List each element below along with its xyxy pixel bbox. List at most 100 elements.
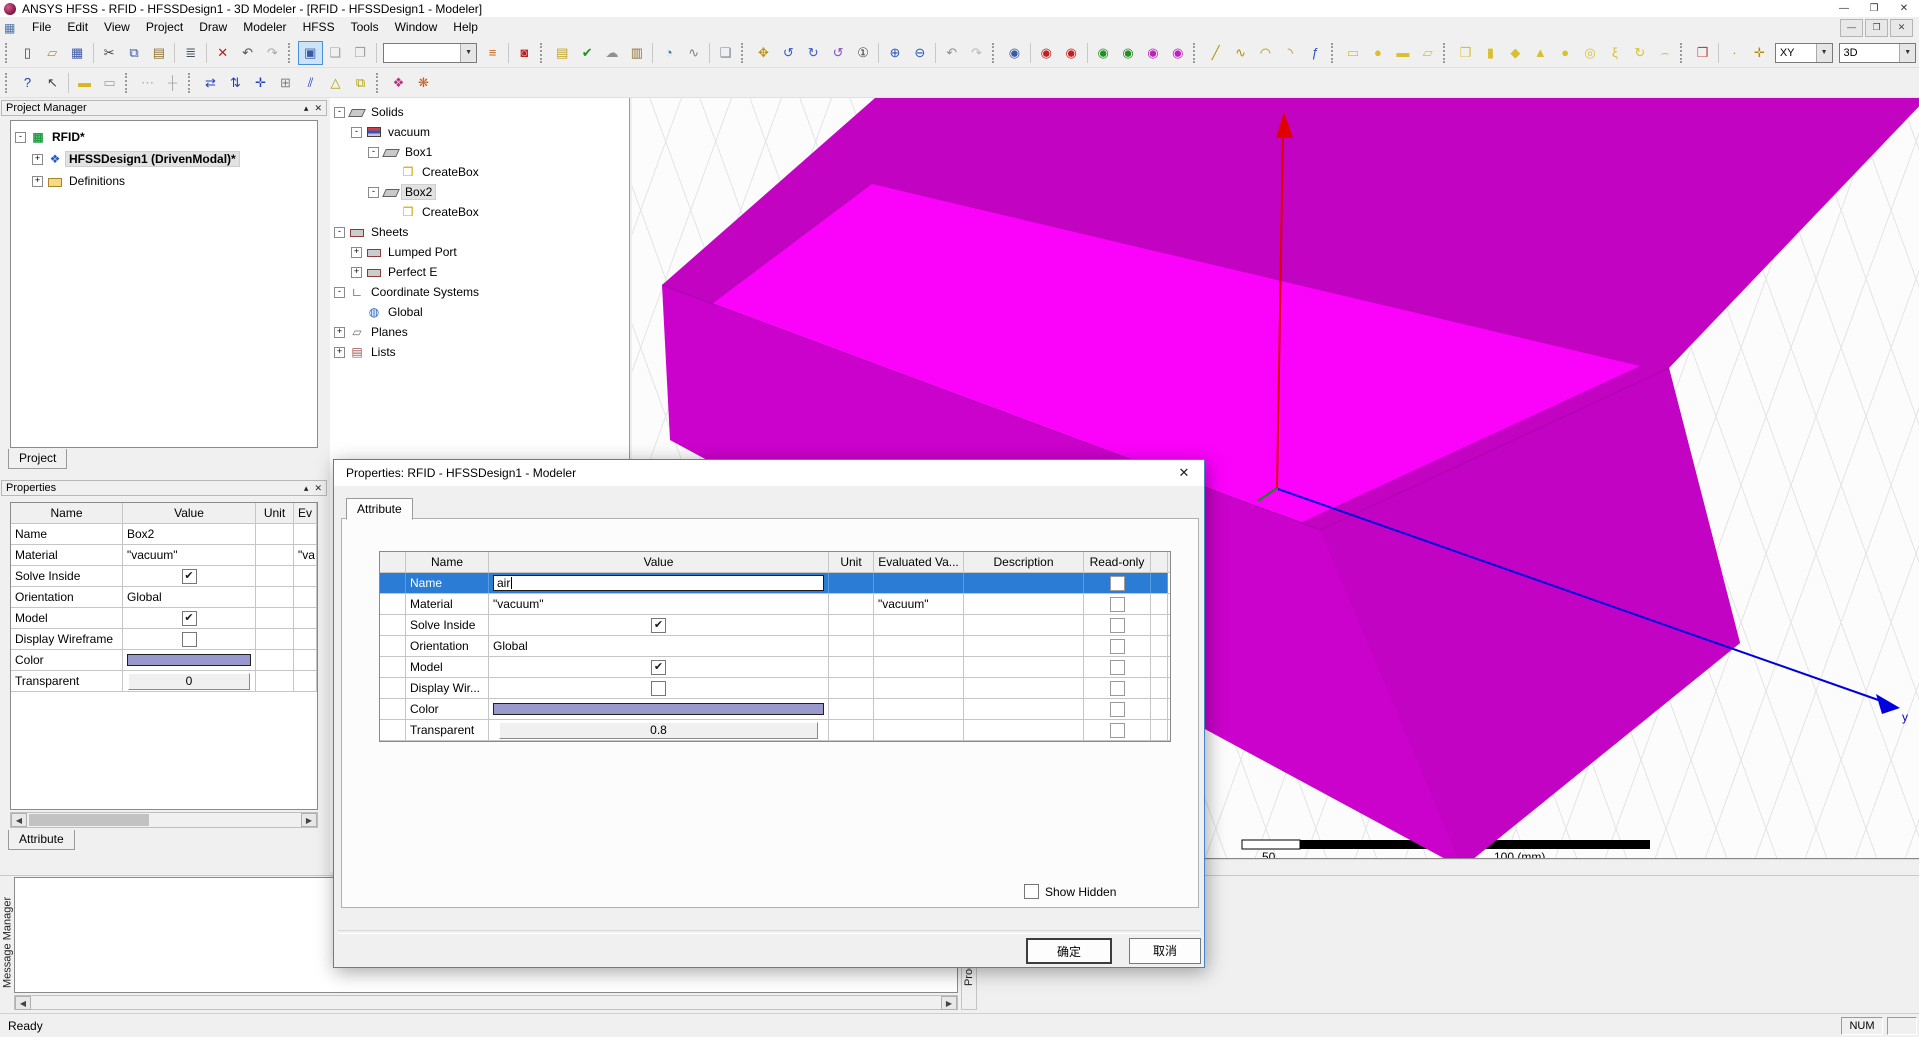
tree-item-box2[interactable]: - Box2: [330, 182, 629, 202]
tree-item-perfect-e[interactable]: + Perfect E: [330, 262, 629, 282]
align-icon[interactable]: ⊞: [273, 71, 298, 95]
draw-spiral-icon[interactable]: ↻: [1627, 41, 1652, 65]
tree-item-hfssdesign1-drivenmodal[interactable]: + ❖ HFSSDesign1 (DrivenModal)*: [11, 148, 317, 170]
delete-icon[interactable]: ✕: [210, 41, 235, 65]
collapse-toggle-icon[interactable]: -: [15, 131, 26, 143]
column-header-unit[interactable]: Unit: [256, 503, 294, 523]
property-value[interactable]: ✔: [489, 615, 829, 635]
readonly-checkbox[interactable]: [1109, 638, 1125, 654]
restore-button[interactable]: ❐: [1859, 0, 1889, 17]
checkbox-model[interactable]: ✔: [651, 659, 666, 675]
expand-toggle-icon[interactable]: +: [351, 266, 362, 278]
readonly-checkbox[interactable]: [1109, 722, 1125, 738]
plane-combo[interactable]: XY ▼: [1774, 42, 1833, 63]
menu-help[interactable]: Help: [445, 17, 486, 38]
scrollbar-thumb[interactable]: [29, 814, 149, 826]
expand-toggle-icon[interactable]: +: [32, 153, 43, 165]
value-button-transparent[interactable]: 0.8: [498, 721, 819, 739]
results-icon[interactable]: ▥: [624, 41, 649, 65]
scroll-right-icon[interactable]: ▶: [301, 813, 317, 827]
property-row-name[interactable]: Name air: [380, 573, 1170, 594]
analyze-all-icon[interactable]: ☁: [600, 41, 625, 65]
tree-item-box1[interactable]: - Box1: [330, 142, 629, 162]
cancel-button[interactable]: 取消: [1129, 938, 1201, 964]
validate-icon[interactable]: ✔: [575, 41, 600, 65]
draw-circle-icon[interactable]: ●: [1366, 41, 1391, 65]
collapse-toggle-icon[interactable]: -: [334, 106, 345, 118]
move-free-icon[interactable]: ✛: [248, 71, 273, 95]
fit-all-icon[interactable]: ◉: [1002, 41, 1027, 65]
color-swatch[interactable]: [127, 654, 251, 666]
property-row-solve-inside[interactable]: Solve Inside ✔: [380, 615, 1170, 636]
property-row-model[interactable]: Model ✔: [11, 608, 317, 629]
minimize-button[interactable]: —: [1829, 0, 1859, 17]
select-multi-icon[interactable]: ❐: [348, 41, 373, 65]
checkbox-display-wireframe[interactable]: [181, 631, 197, 647]
measure-length-icon[interactable]: ┼: [160, 71, 185, 95]
scroll-right-icon[interactable]: ▶: [941, 995, 957, 1010]
scroll-left-icon[interactable]: ◀: [11, 813, 27, 827]
history-tree-icon[interactable]: ≡: [480, 41, 505, 65]
column-header-ev[interactable]: Ev: [294, 503, 317, 523]
property-row-color[interactable]: Color: [380, 699, 1170, 720]
property-row-material[interactable]: Material "vacuum" "va: [11, 545, 317, 566]
copy-icon[interactable]: ⧉: [122, 41, 147, 65]
readonly-checkbox[interactable]: [1109, 575, 1125, 591]
property-value[interactable]: ✔: [123, 566, 256, 586]
row-selector[interactable]: [380, 720, 406, 740]
show-selection-icon[interactable]: ◉: [1091, 41, 1116, 65]
save-icon[interactable]: ▦: [65, 41, 90, 65]
row-selector[interactable]: [380, 594, 406, 614]
expand-toggle-icon[interactable]: +: [32, 175, 43, 187]
tree-item-definitions[interactable]: + Definitions: [11, 170, 317, 192]
color-swatch[interactable]: [493, 703, 824, 715]
menu-file[interactable]: File: [24, 17, 59, 38]
column-header-read-only[interactable]: Read-only: [1084, 552, 1151, 572]
tree-item-coordinate-systems[interactable]: - ∟ Coordinate Systems: [330, 282, 629, 302]
duplicate-line-icon[interactable]: ⫽: [298, 71, 323, 95]
checkbox-solve-inside[interactable]: ✔: [181, 568, 197, 584]
tree-item-solids[interactable]: - Solids: [330, 102, 629, 122]
draw-sphere-icon[interactable]: ●: [1553, 41, 1578, 65]
dropdown-arrow-icon[interactable]: ▼: [460, 43, 477, 62]
property-row-material[interactable]: Material "vacuum" "vacuum": [380, 594, 1170, 615]
property-value[interactable]: air: [489, 573, 829, 593]
row-selector[interactable]: [380, 657, 406, 677]
expand-toggle-icon[interactable]: +: [334, 326, 345, 338]
property-row-orientation[interactable]: Orientation Global: [11, 587, 317, 608]
checkbox-solve-inside[interactable]: ✔: [651, 617, 666, 633]
scroll-left-icon[interactable]: ◀: [15, 995, 31, 1010]
draw-cone-icon[interactable]: ▲: [1528, 41, 1553, 65]
draw-bondwire-icon[interactable]: ⌢: [1652, 41, 1677, 65]
column-header-name[interactable]: Name: [11, 503, 123, 523]
menu-tools[interactable]: Tools: [343, 17, 387, 38]
draw-equation-curve-icon[interactable]: ƒ: [1303, 41, 1328, 65]
column-header-evaluated-va[interactable]: Evaluated Va...: [874, 552, 964, 572]
ansys-project-icon[interactable]: ◙: [512, 41, 537, 65]
row-selector[interactable]: [380, 636, 406, 656]
tree-item-lumped-port[interactable]: + Lumped Port: [330, 242, 629, 262]
view-mode-combo[interactable]: 3D ▼: [1838, 42, 1917, 63]
row-selector[interactable]: [380, 573, 406, 593]
optimetrics-icon[interactable]: ◔: [656, 41, 681, 65]
property-row-display-wireframe[interactable]: Display Wireframe: [11, 629, 317, 650]
column-header-value[interactable]: Value: [123, 503, 256, 523]
copy-image-icon[interactable]: ❑: [713, 41, 738, 65]
properties-horizontal-scrollbar[interactable]: ◀ ▶: [10, 812, 318, 828]
draw-arc-center-icon[interactable]: ◠: [1253, 41, 1278, 65]
property-row-name[interactable]: Name Box2: [11, 524, 317, 545]
property-value[interactable]: [489, 699, 829, 719]
readonly-checkbox[interactable]: [1109, 680, 1125, 696]
expand-toggle-icon[interactable]: +: [351, 246, 362, 258]
draw-equation-surface-icon[interactable]: ▱: [1415, 41, 1440, 65]
column-header-name[interactable]: Name: [406, 552, 489, 572]
draw-box-icon[interactable]: ❒: [1453, 41, 1478, 65]
draw-polyhedron-icon[interactable]: ◆: [1503, 41, 1528, 65]
rotate-screen-icon[interactable]: ↺: [826, 41, 851, 65]
move-y-icon[interactable]: ⇅: [223, 71, 248, 95]
property-value[interactable]: 0.8: [489, 720, 829, 740]
new-icon[interactable]: ▯: [15, 41, 40, 65]
tree-item-global[interactable]: ◍ Global: [330, 302, 629, 322]
zoom-out-icon[interactable]: ⊖: [907, 41, 932, 65]
value-button-transparent[interactable]: 0: [128, 672, 250, 690]
